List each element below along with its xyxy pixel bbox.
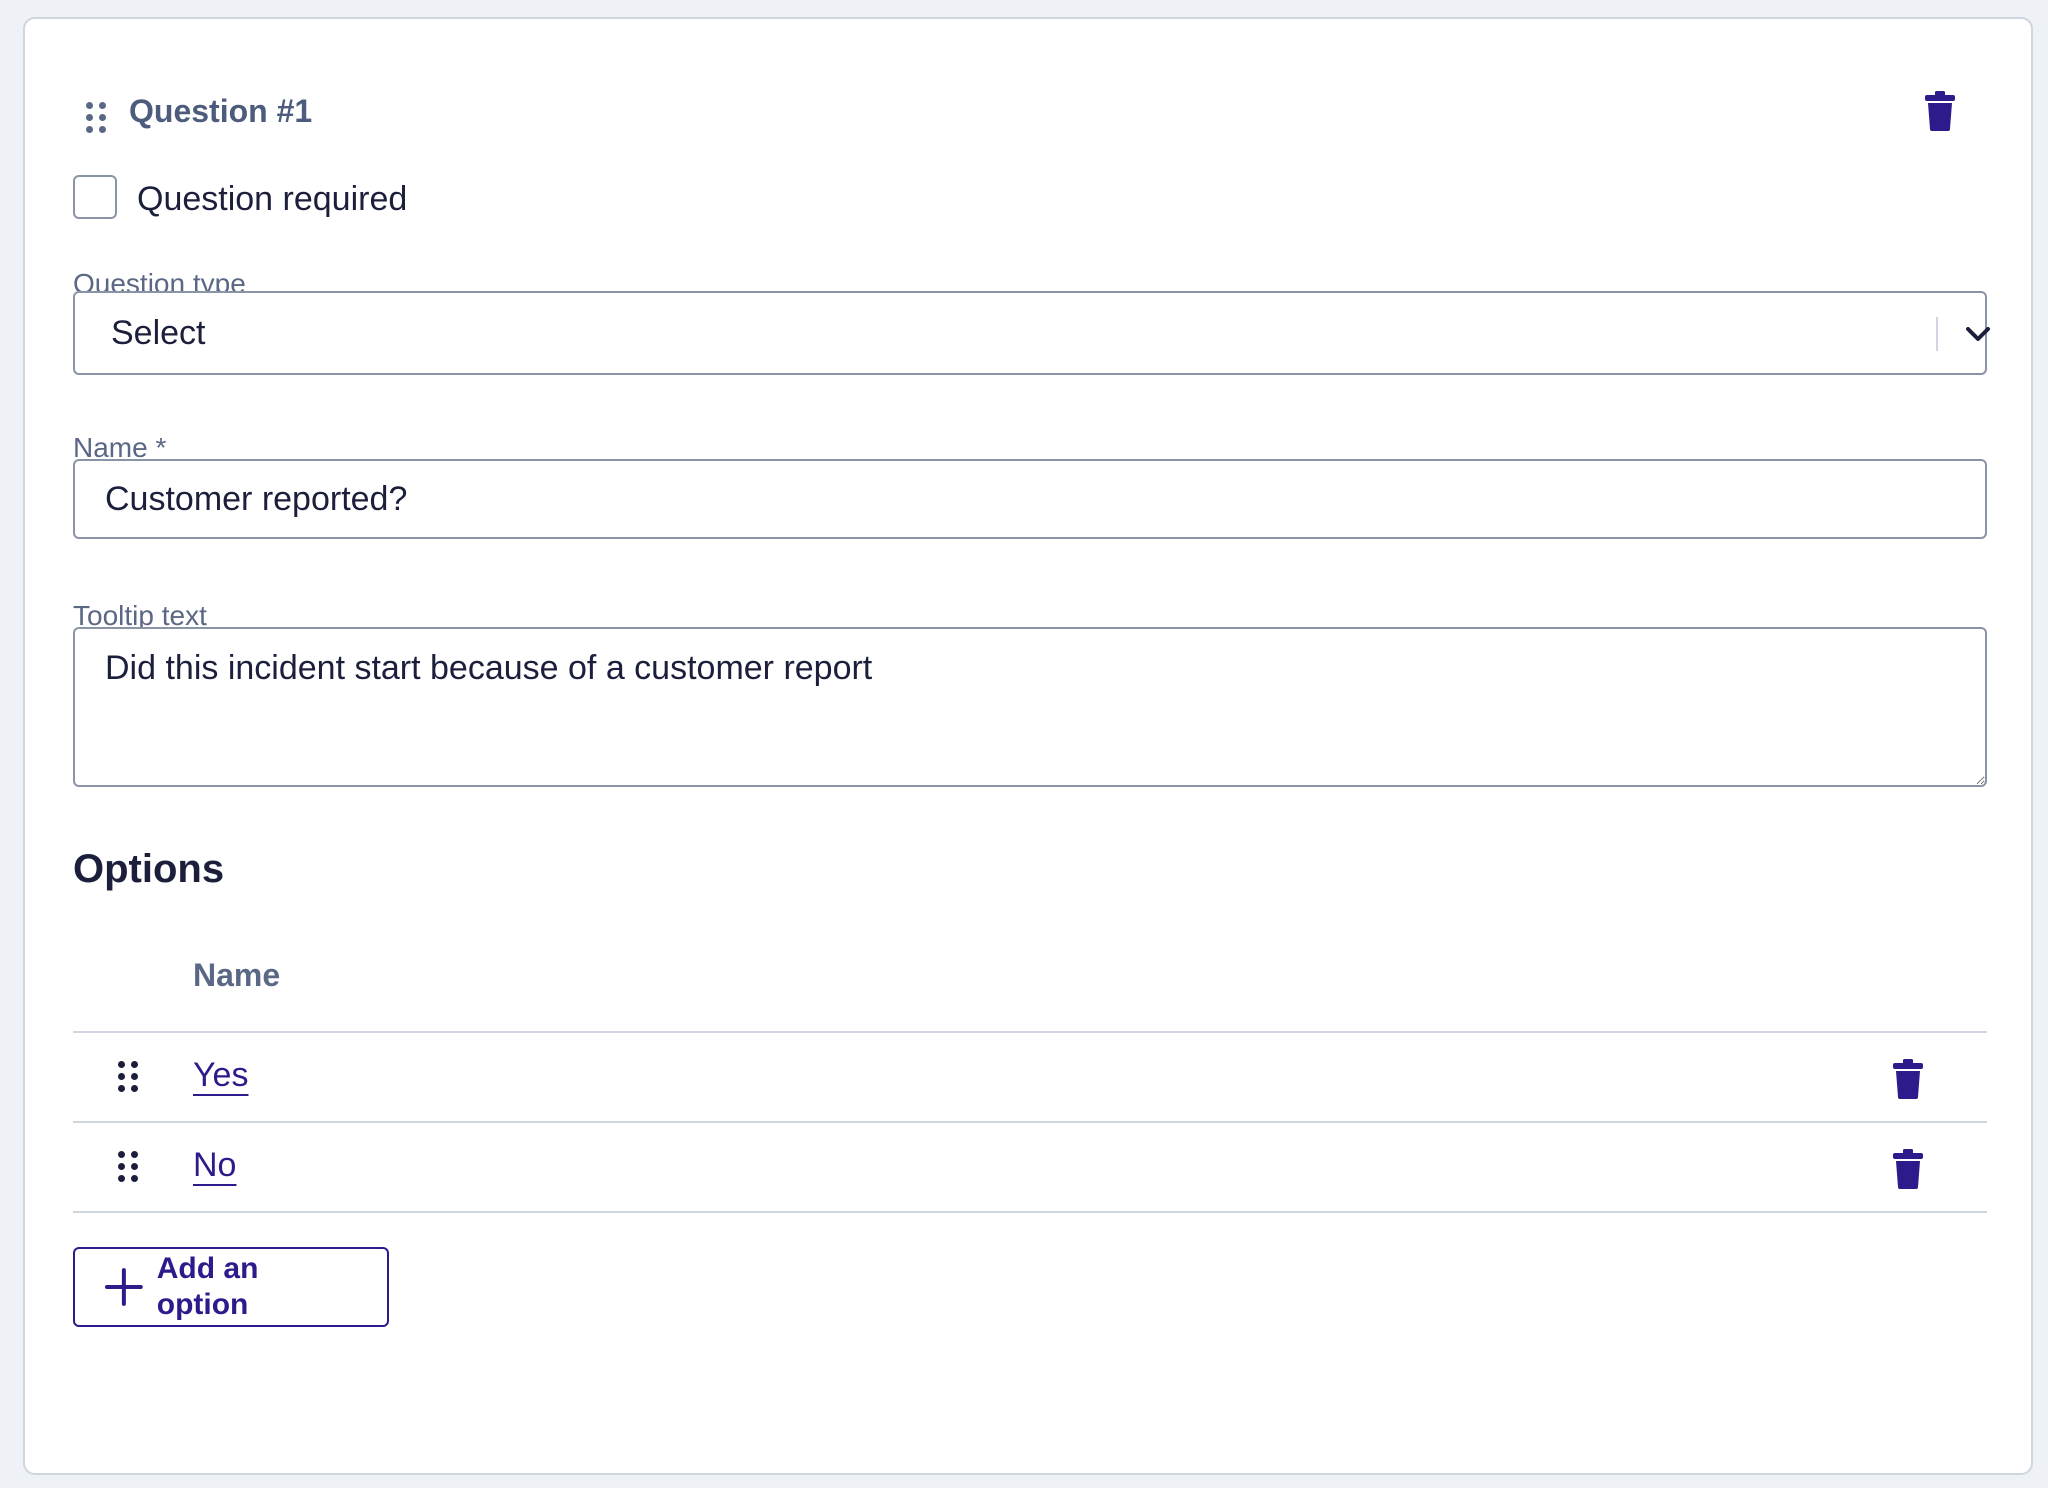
tooltip-textarea[interactable]: Did this incident start because of a cus…: [73, 627, 1987, 787]
table-divider: [73, 1211, 1987, 1213]
trash-icon[interactable]: [1925, 91, 1955, 131]
question-type-value: Select: [111, 314, 206, 352]
drag-handle-icon[interactable]: [86, 102, 106, 133]
option-name-link[interactable]: Yes: [193, 1055, 248, 1095]
drag-handle-icon[interactable]: [118, 1061, 138, 1092]
options-heading: Options: [73, 847, 225, 891]
chevron-down-icon[interactable]: [1965, 319, 1991, 349]
option-name-link[interactable]: No: [193, 1145, 236, 1185]
question-card: Question #1 Question required Question t…: [23, 17, 2033, 1475]
plus-icon: [105, 1268, 143, 1306]
question-required-label[interactable]: Question required: [137, 179, 407, 219]
table-divider: [73, 1031, 1987, 1033]
select-divider: [1936, 317, 1938, 351]
options-column-header: Name: [193, 957, 281, 993]
add-option-button[interactable]: Add an option: [73, 1247, 389, 1327]
trash-icon[interactable]: [1893, 1059, 1923, 1099]
question-title: Question #1: [129, 93, 313, 129]
question-required-checkbox[interactable]: [73, 175, 117, 219]
drag-handle-icon[interactable]: [118, 1151, 138, 1182]
name-input[interactable]: [73, 459, 1987, 539]
trash-icon[interactable]: [1893, 1149, 1923, 1189]
add-option-label: Add an option: [156, 1252, 259, 1321]
question-type-select[interactable]: Select: [73, 291, 1990, 375]
table-divider: [73, 1121, 1987, 1123]
